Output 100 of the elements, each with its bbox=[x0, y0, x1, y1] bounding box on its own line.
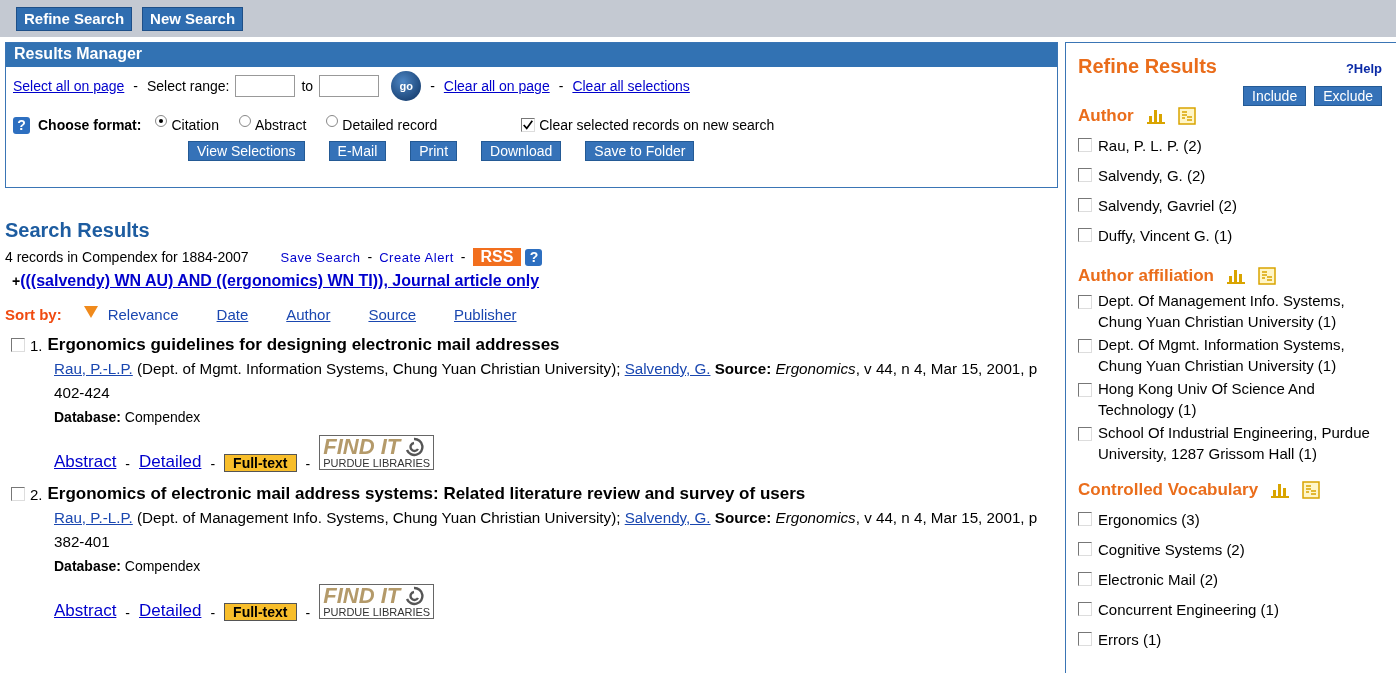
action-button[interactable]: Save to Folder bbox=[585, 141, 695, 161]
range-end-field[interactable] bbox=[319, 75, 380, 97]
sort-option[interactable]: Source bbox=[368, 306, 416, 323]
clear-page-link[interactable]: Clear all on page bbox=[443, 78, 550, 94]
detailed-link[interactable]: Detailed bbox=[139, 601, 202, 621]
format-label: Choose format: bbox=[38, 117, 142, 133]
detailed-link[interactable]: Detailed bbox=[139, 452, 202, 472]
facet-option: Hong Kong Univ Of Science And Technology (1) bbox=[1098, 378, 1382, 420]
facet-option: School Of Industrial Engineering, Purdue University, 1287 Grissom Hall (1) bbox=[1098, 422, 1382, 464]
expand-toggle[interactable]: + bbox=[12, 273, 21, 289]
save-search-link[interactable]: Save Search bbox=[280, 249, 361, 265]
author-link[interactable]: Salvendy, G. bbox=[624, 509, 711, 526]
database-text: Database: Compendex bbox=[54, 409, 202, 425]
facet-option: Rau, P. L. P. (2) bbox=[1098, 136, 1202, 154]
checkbox[interactable] bbox=[1078, 295, 1092, 309]
bar-chart-icon[interactable] bbox=[1226, 268, 1246, 284]
database-text: Database: Compendex bbox=[54, 558, 202, 574]
facet-option: Errors (1) bbox=[1098, 630, 1162, 648]
facet-heading: Author affiliation bbox=[1078, 266, 1214, 286]
checkbox[interactable] bbox=[11, 487, 25, 501]
facet-heading: Controlled Vocabulary bbox=[1078, 480, 1259, 500]
separator-text: - bbox=[125, 605, 131, 621]
separator-text: - bbox=[558, 78, 564, 94]
checkbox[interactable] bbox=[521, 118, 536, 132]
action-button[interactable]: Download bbox=[481, 141, 562, 161]
checkbox[interactable] bbox=[1078, 427, 1092, 441]
bar-chart-icon[interactable] bbox=[1270, 482, 1291, 498]
help-icon[interactable]: ? bbox=[13, 116, 30, 134]
facet-option: Cognitive Systems (2) bbox=[1098, 540, 1245, 558]
facet-option: Ergonomics (3) bbox=[1098, 510, 1200, 528]
record-number: 2. bbox=[30, 485, 43, 503]
select-all-link[interactable]: Select all on page bbox=[13, 78, 125, 94]
abstract-link[interactable]: Abstract bbox=[54, 601, 117, 621]
action-button[interactable]: E-Mail bbox=[328, 141, 387, 161]
checkbox-label: Clear selected records on new search bbox=[539, 117, 775, 133]
panel-header: Results Manager bbox=[6, 43, 1057, 67]
query-link[interactable]: (((salvendy) WN AU) AND ((ergonomics) WN TI)), Journal article only bbox=[20, 272, 540, 290]
checkbox[interactable] bbox=[1078, 168, 1092, 182]
facet-option: Electronic Mail (2) bbox=[1098, 570, 1219, 588]
top-button[interactable]: New Search bbox=[142, 6, 244, 31]
action-button[interactable]: View Selections bbox=[188, 141, 305, 161]
checkbox[interactable] bbox=[1078, 339, 1092, 353]
author-link[interactable]: Rau, P.-L.P. bbox=[54, 360, 133, 377]
checkbox[interactable] bbox=[1078, 383, 1092, 397]
sort-label: Sort by: bbox=[5, 306, 62, 323]
refine-title: Refine Results bbox=[1078, 55, 1217, 78]
help-icon[interactable]: ? bbox=[525, 248, 543, 266]
record-number: 1. bbox=[30, 336, 43, 354]
select-range-label: Select range: bbox=[147, 78, 230, 94]
author-link[interactable]: Rau, P.-L.P. bbox=[54, 509, 133, 526]
facet-option: Dept. Of Mgmt. Information Systems, Chung Yuan Christian University (1) bbox=[1098, 334, 1382, 376]
checkbox[interactable] bbox=[1078, 228, 1092, 242]
radio-button[interactable] bbox=[155, 115, 168, 127]
checkbox[interactable] bbox=[1078, 572, 1092, 586]
author-link[interactable]: Salvendy, G. bbox=[624, 360, 711, 377]
bar-chart-icon[interactable] bbox=[1145, 108, 1166, 124]
exclude-button[interactable]: Exclude bbox=[1314, 86, 1382, 106]
facet-heading: Author bbox=[1078, 106, 1134, 126]
checkbox[interactable] bbox=[11, 338, 25, 352]
action-button[interactable]: Print bbox=[410, 141, 458, 161]
facet-option: Salvendy, Gavriel (2) bbox=[1098, 196, 1237, 214]
go-button[interactable]: go bbox=[391, 71, 422, 101]
results-summary: 4 records in Compendex for 1884-2007 bbox=[5, 249, 249, 265]
separator-text: - bbox=[210, 456, 216, 472]
sort-option[interactable]: Author bbox=[286, 306, 331, 323]
full-text-button[interactable]: Full-text bbox=[224, 454, 297, 472]
create-alert-link[interactable]: Create Alert bbox=[379, 249, 454, 265]
separator-text: - bbox=[125, 456, 131, 472]
checkbox[interactable] bbox=[1078, 632, 1092, 646]
facet-option: Salvendy, G. (2) bbox=[1098, 166, 1206, 184]
separator-text: - bbox=[210, 605, 216, 621]
radio-button[interactable] bbox=[238, 115, 251, 127]
sort-option[interactable]: Relevance bbox=[107, 306, 179, 323]
to-label: to bbox=[301, 78, 314, 94]
abstract-link[interactable]: Abstract bbox=[54, 452, 117, 472]
top-button[interactable]: Refine Search bbox=[16, 6, 133, 31]
facet-option: Concurrent Engineering (1) bbox=[1098, 600, 1279, 618]
radio-button[interactable] bbox=[326, 115, 339, 127]
checkbox[interactable] bbox=[1078, 512, 1092, 526]
facet-option: Dept. Of Management Info. Systems, Chung Yuan Christian University (1) bbox=[1098, 290, 1382, 332]
checkbox[interactable] bbox=[1078, 602, 1092, 616]
clear-all-link[interactable]: Clear all selections bbox=[572, 78, 690, 94]
checkbox[interactable] bbox=[1078, 542, 1092, 556]
find-it-logo[interactable]: FIND IT PURDUE LIBRARIES bbox=[319, 435, 435, 470]
record-title: Ergonomics of electronic mail address systems: Related literature review and survey of users bbox=[47, 484, 806, 504]
sort-indicator-icon bbox=[83, 305, 98, 318]
radio-label: Citation bbox=[171, 117, 219, 133]
help-link[interactable]: ?Help bbox=[1345, 61, 1382, 76]
range-start-field[interactable] bbox=[235, 75, 296, 97]
include-button[interactable]: Include bbox=[1243, 86, 1307, 106]
sort-option[interactable]: Date bbox=[216, 306, 249, 323]
facet-option: Duffy, Vincent G. (1) bbox=[1098, 226, 1233, 244]
record-title: Ergonomics guidelines for designing electronic mail addresses bbox=[47, 335, 560, 355]
checkbox[interactable] bbox=[1078, 198, 1092, 212]
full-text-button[interactable]: Full-text bbox=[224, 603, 297, 621]
separator-text: - bbox=[430, 78, 435, 94]
find-it-logo[interactable]: FIND IT PURDUE LIBRARIES bbox=[319, 584, 435, 619]
citation-text: Rau, P.-L.P. (Dept. of Management Info. Systems, Chung Yuan Christian University); Salvendy, G. Source: Ergonomics, v 44, n 4, Mar 15, 2001, p 382-401 bbox=[54, 508, 1039, 552]
checkbox[interactable] bbox=[1078, 138, 1092, 152]
sort-option[interactable]: Publisher bbox=[454, 306, 517, 323]
